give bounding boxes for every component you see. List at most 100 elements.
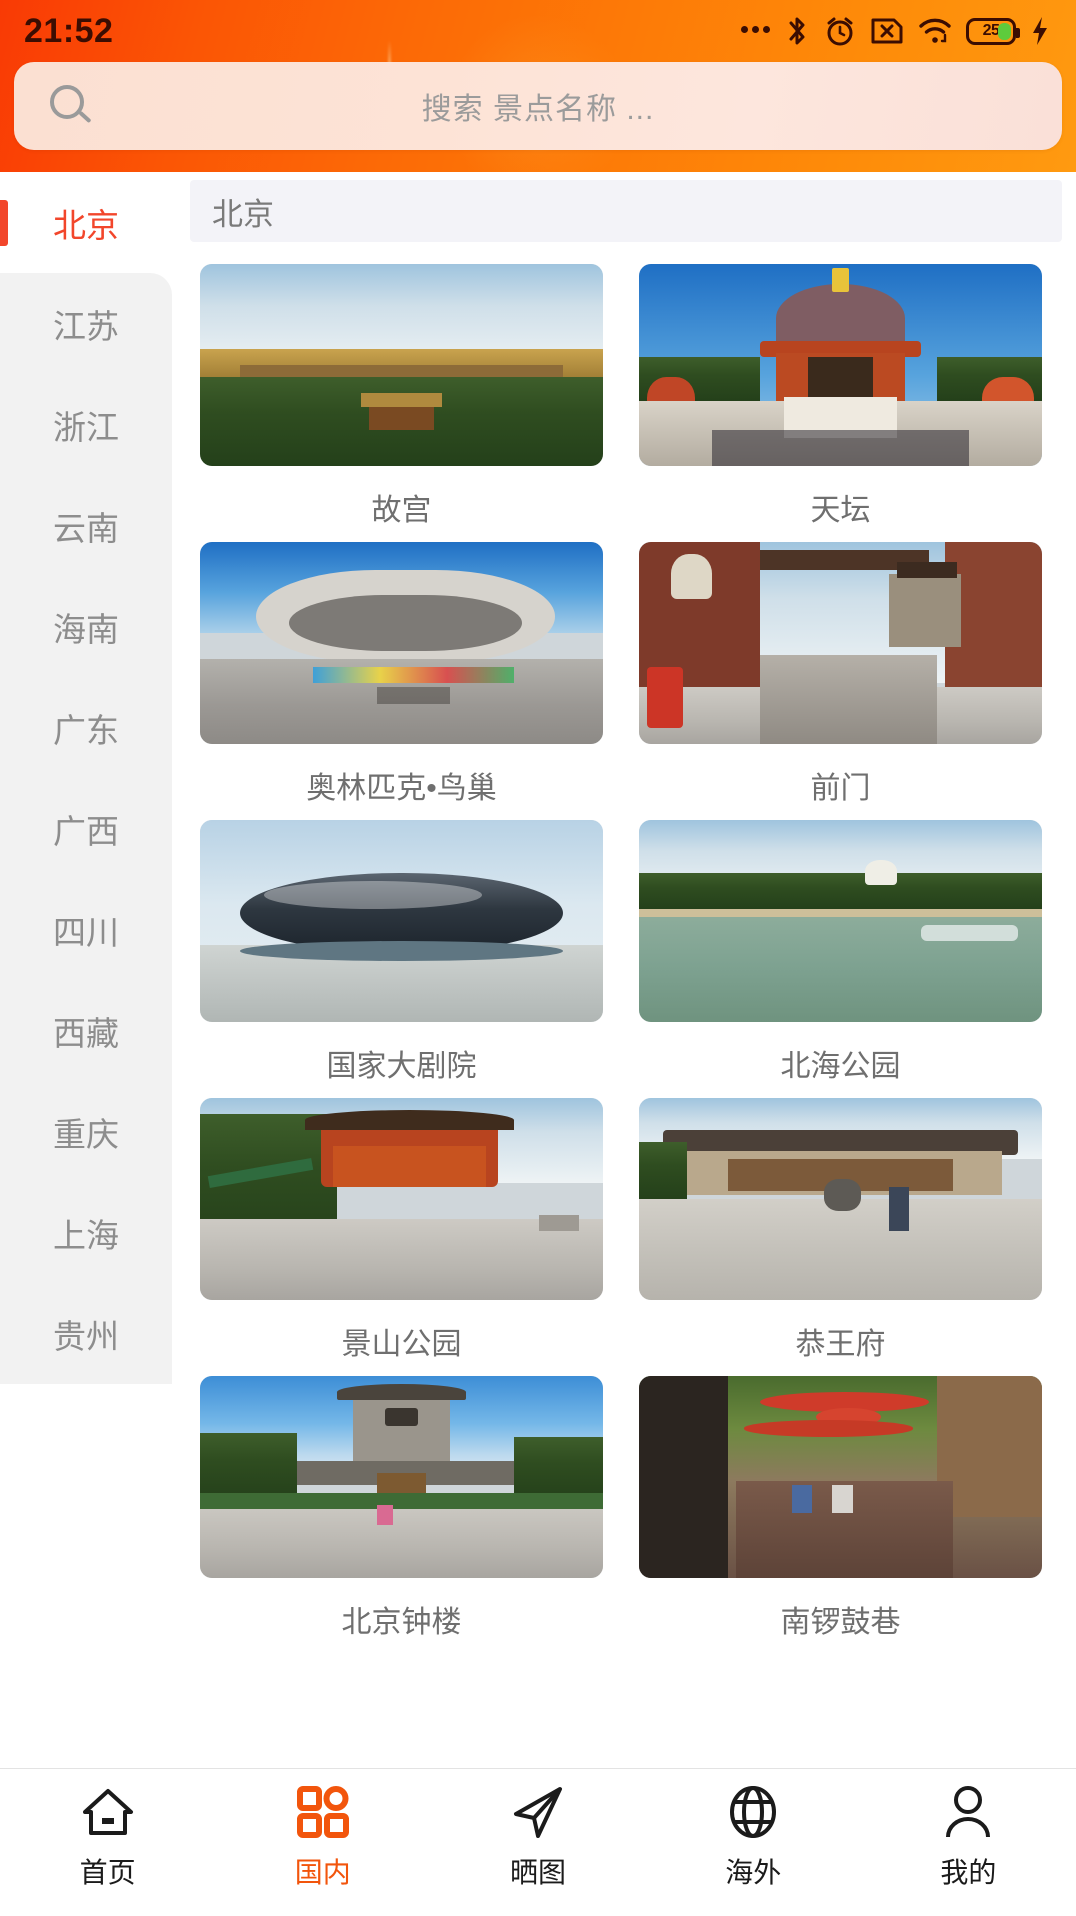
thumb-image-qianmen [639, 542, 1042, 744]
tab-label: 首页 [79, 1857, 136, 1888]
attraction-card[interactable]: 北京钟楼 [200, 1376, 603, 1646]
search-input[interactable]: 搜索 景点名称 ... [94, 84, 1028, 128]
more-dots-icon [741, 18, 770, 44]
region-title: 北京 [190, 180, 1062, 242]
province-sidebar[interactable]: 北京江苏浙江云南海南广东广西四川西藏重庆上海贵州 [0, 172, 172, 1768]
tab-海外[interactable]: 海外 [646, 1783, 861, 1891]
thumb-image-nanluoguxiang [639, 1376, 1042, 1578]
sidebar-item-label: 云南 [53, 509, 119, 547]
attraction-card[interactable]: 国家大剧院 [200, 820, 603, 1090]
tab-label: 国内 [294, 1857, 351, 1888]
sidebar-item-label: 江苏 [53, 307, 119, 345]
wifi-icon [918, 16, 952, 46]
sidebar-item-7[interactable]: 四川 [0, 879, 172, 980]
battery-level: 25 [982, 22, 1000, 39]
sidebar-item-label: 上海 [53, 1216, 119, 1254]
attraction-thumbnail[interactable] [200, 264, 603, 466]
thumb-image-forbidden-city [200, 264, 603, 466]
tab-国内[interactable]: 国内 [215, 1783, 430, 1891]
battery-fill [998, 22, 1011, 40]
attraction-thumbnail[interactable] [200, 542, 603, 744]
attraction-content: 北京 故宫 天坛 奥林匹克•鸟巢 前门 国家大剧院 北海公园 景山公园 恭王府 … [172, 172, 1076, 1768]
sidebar-item-1[interactable]: 江苏 [0, 273, 172, 374]
tab-label: 海外 [725, 1857, 782, 1888]
sidebar-item-8[interactable]: 西藏 [0, 980, 172, 1081]
search-bar-wrap: 搜索 景点名称 ... [0, 62, 1076, 150]
thumb-image-grand-theatre [200, 820, 603, 1022]
attraction-thumbnail[interactable] [200, 1098, 603, 1300]
sidebar-item-5[interactable]: 广东 [0, 677, 172, 778]
status-bar: 21:52 25 [0, 0, 1076, 62]
bluetooth-icon [784, 15, 810, 47]
attraction-card[interactable]: 北海公园 [639, 820, 1042, 1090]
attraction-caption: 故宫 [371, 494, 432, 527]
attraction-card[interactable]: 前门 [639, 542, 1042, 812]
sidebar-item-label: 贵州 [53, 1317, 119, 1355]
sidebar-item-10[interactable]: 上海 [0, 1182, 172, 1283]
battery-icon: 25 [966, 17, 1020, 45]
sidebar-item-label: 海南 [53, 610, 119, 648]
status-icon-group: 25 [741, 15, 1050, 47]
tab-label: 晒图 [510, 1857, 567, 1888]
attraction-thumbnail[interactable] [200, 1376, 603, 1578]
attraction-card[interactable]: 天坛 [639, 264, 1042, 534]
thumb-image-birds-nest [200, 542, 603, 744]
attraction-caption: 天坛 [810, 494, 871, 527]
person-icon [942, 1783, 994, 1841]
thumb-image-prince-gong-mansion [639, 1098, 1042, 1300]
search-bar[interactable]: 搜索 景点名称 ... [14, 62, 1062, 150]
app-root: 21:52 25 搜索 景点名称 ... 北京 江苏 浙江 云南 海南 广东 广… [0, 0, 1076, 1916]
attraction-caption: 奥林匹克•鸟巢 [306, 772, 497, 805]
app-header: 21:52 25 搜索 景点名称 ... [0, 0, 1076, 172]
search-icon [48, 83, 94, 129]
sidebar-item-0[interactable]: 北京 [0, 172, 172, 273]
tab-label: 我的 [940, 1857, 997, 1888]
home-icon [81, 1783, 135, 1841]
main-body: 北京江苏浙江云南海南广东广西四川西藏重庆上海贵州 北京 故宫 天坛 [0, 172, 1076, 1768]
sim-card-off-icon [870, 16, 904, 46]
thumb-image-temple-of-heaven [639, 264, 1042, 466]
province-list: 北京江苏浙江云南海南广东广西四川西藏重庆上海贵州 [0, 172, 172, 1384]
attraction-caption: 恭王府 [795, 1328, 886, 1361]
alarm-clock-icon [824, 15, 856, 47]
attraction-card[interactable]: 恭王府 [639, 1098, 1042, 1368]
tab-首页[interactable]: 首页 [0, 1783, 215, 1891]
attraction-thumbnail[interactable] [639, 264, 1042, 466]
thumb-image-beihai-park [639, 820, 1042, 1022]
sidebar-item-3[interactable]: 云南 [0, 475, 172, 576]
sidebar-item-label: 广东 [53, 711, 119, 749]
attraction-thumbnail[interactable] [639, 542, 1042, 744]
sidebar-item-2[interactable]: 浙江 [0, 374, 172, 475]
grid-icon [296, 1783, 349, 1841]
attraction-thumbnail[interactable] [639, 820, 1042, 1022]
attraction-card[interactable]: 南锣鼓巷 [639, 1376, 1042, 1646]
bottom-tab-bar: 首页 国内 晒图 海外 我的 [0, 1768, 1076, 1916]
attraction-caption: 国家大剧院 [326, 1050, 477, 1083]
paper-plane-icon [510, 1783, 566, 1841]
sidebar-item-6[interactable]: 广西 [0, 778, 172, 879]
attraction-card[interactable]: 景山公园 [200, 1098, 603, 1368]
sidebar-item-label: 西藏 [53, 1014, 119, 1052]
attraction-card[interactable]: 故宫 [200, 264, 603, 534]
sidebar-item-11[interactable]: 贵州 [0, 1283, 172, 1384]
sidebar-item-label: 四川 [53, 913, 119, 951]
thumb-image-bell-tower [200, 1376, 603, 1578]
attraction-thumbnail[interactable] [639, 1376, 1042, 1578]
sidebar-item-label: 重庆 [53, 1115, 119, 1153]
attraction-caption: 北京钟楼 [341, 1606, 462, 1639]
sidebar-item-9[interactable]: 重庆 [0, 1081, 172, 1182]
tab-晒图[interactable]: 晒图 [430, 1783, 645, 1891]
attraction-card[interactable]: 奥林匹克•鸟巢 [200, 542, 603, 812]
thumb-image-jingshan-park [200, 1098, 603, 1300]
charging-bolt-icon [1030, 15, 1050, 47]
attraction-grid: 故宫 天坛 奥林匹克•鸟巢 前门 国家大剧院 北海公园 景山公园 恭王府 北京钟… [172, 242, 1076, 1654]
attraction-caption: 前门 [810, 772, 871, 805]
attraction-thumbnail[interactable] [200, 820, 603, 1022]
sidebar-item-label: 北京 [53, 206, 119, 244]
sidebar-item-4[interactable]: 海南 [0, 576, 172, 677]
attraction-thumbnail[interactable] [639, 1098, 1042, 1300]
attraction-caption: 景山公园 [341, 1328, 462, 1361]
attraction-caption: 北海公园 [780, 1050, 901, 1083]
tab-我的[interactable]: 我的 [861, 1783, 1076, 1891]
sidebar-item-label: 浙江 [53, 408, 119, 446]
